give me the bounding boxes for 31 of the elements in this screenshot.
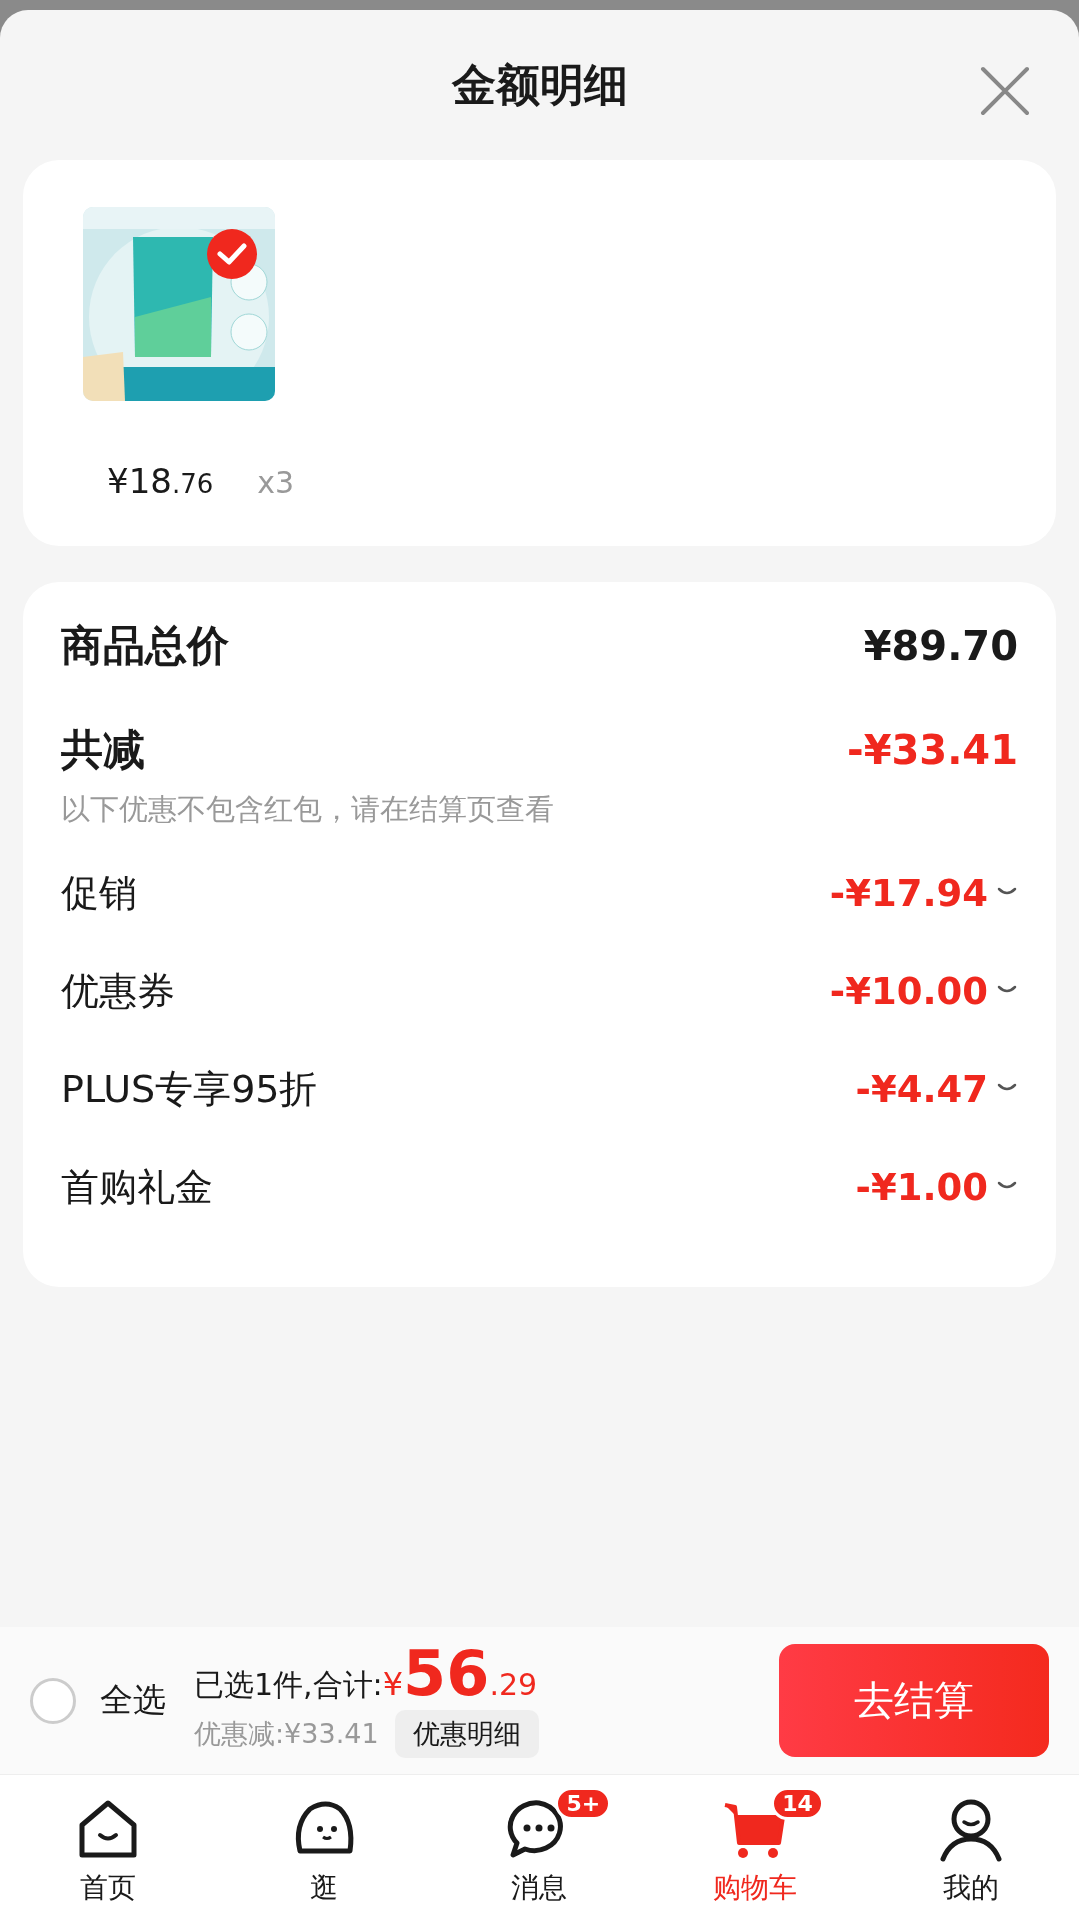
check-icon[interactable] [207, 229, 257, 279]
nav-tab[interactable]: 逛 [215, 1775, 432, 1927]
close-icon[interactable] [979, 65, 1031, 117]
discount-note: 以下优惠不包含红包，请在结算页查看 [61, 791, 555, 828]
selected-count: 已选1件,合计: [194, 1666, 383, 1704]
discount-value: -¥33.41 [847, 727, 1018, 773]
discount-item-value: -¥17.94 [829, 871, 988, 915]
discount-label: 共减 [61, 724, 145, 776]
discount-item-label: 首购礼金 [61, 1163, 213, 1211]
discount-item-value: -¥4.47 [855, 1067, 988, 1111]
select-all-radio[interactable] [30, 1677, 76, 1724]
discount-item-label: 优惠券 [61, 967, 175, 1015]
nav-tab[interactable]: 首页 [0, 1775, 216, 1927]
total-label: 商品总价 [61, 620, 229, 672]
discount-item-label: PLUS专享95折 [61, 1065, 318, 1113]
total-amount: ¥56.29 [382, 1643, 538, 1705]
nav-tab[interactable]: 消息 5+ [431, 1775, 648, 1927]
select-all-label: 全选 [100, 1679, 166, 1721]
discount-details-button[interactable]: 优惠明细 [394, 1710, 539, 1758]
nav-tab[interactable]: 我的 [863, 1775, 1079, 1927]
quantity: x3 [257, 465, 295, 500]
discount-item-value: -¥10.00 [829, 969, 988, 1013]
discount-item-value: -¥1.00 [855, 1165, 988, 1209]
count-badge: 14 [771, 1787, 824, 1820]
sheet-title: 金额明细 [451, 57, 628, 112]
unit-price: ¥18.76 [107, 461, 214, 501]
total-value: ¥89.70 [863, 623, 1018, 669]
discount-item-label: 促销 [61, 869, 137, 917]
checkout-button[interactable]: 去结算 [779, 1644, 1049, 1757]
nav-tab[interactable]: 购物车 14 [647, 1775, 864, 1927]
saving-text: 优惠减:¥33.41 [194, 1717, 379, 1751]
